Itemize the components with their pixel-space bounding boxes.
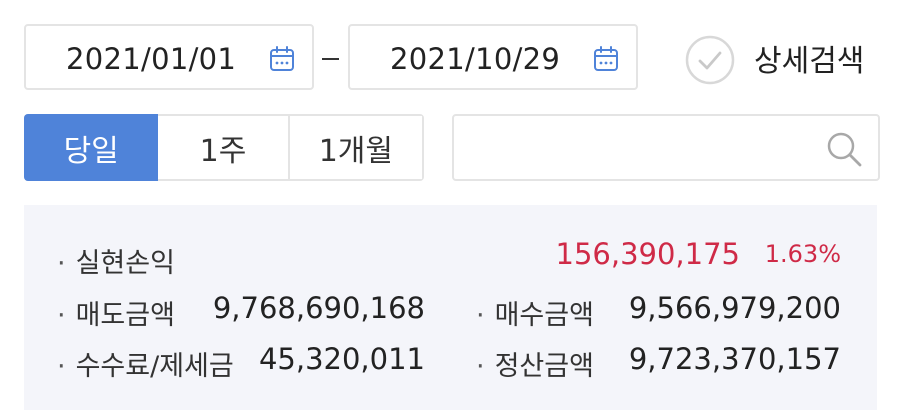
end-date-field[interactable]: 2021/10/29 [348, 24, 638, 90]
detail-search-label[interactable]: 상세검색 [754, 36, 864, 80]
profit-value: 156,390,175 [555, 237, 741, 271]
tab-1week[interactable]: 1주 [158, 116, 290, 179]
tab-1month[interactable]: 1개월 [289, 116, 422, 179]
settlement-value: 9,723,370,157 [628, 342, 841, 376]
end-date-value: 2021/10/29 [390, 42, 561, 76]
detail-search-checkbox[interactable] [684, 34, 736, 86]
start-date-value: 2021/01/01 [66, 42, 237, 76]
search-field[interactable] [452, 114, 880, 181]
summary-panel: · 실현손익 156,390,175 1.63% · 매도금액 9,768,690,… [24, 205, 877, 410]
start-date-field[interactable]: 2021/01/01 [24, 24, 314, 90]
profit-rate: 1.63% [764, 240, 841, 268]
period-selector: 당일 1주 1개월 [24, 114, 424, 181]
tab-today[interactable]: 당일 [24, 114, 159, 181]
sell-amount-value: 9,768,690,168 [212, 291, 425, 325]
search-icon[interactable] [824, 129, 864, 169]
settlement-label: · 정산금액 [476, 351, 594, 382]
calendar-icon[interactable] [268, 45, 296, 73]
search-input[interactable] [468, 128, 808, 168]
fee-tax-label: · 수수료/제세금 [57, 351, 234, 382]
calendar-icon[interactable] [592, 45, 620, 73]
buy-amount-value: 9,566,979,200 [628, 291, 841, 325]
sell-amount-label: · 매도금액 [57, 300, 175, 331]
profit-label: · 실현손익 [57, 248, 175, 279]
fee-tax-value: 45,320,011 [258, 342, 425, 376]
buy-amount-label: · 매수금액 [476, 300, 594, 331]
date-separator [322, 58, 339, 60]
